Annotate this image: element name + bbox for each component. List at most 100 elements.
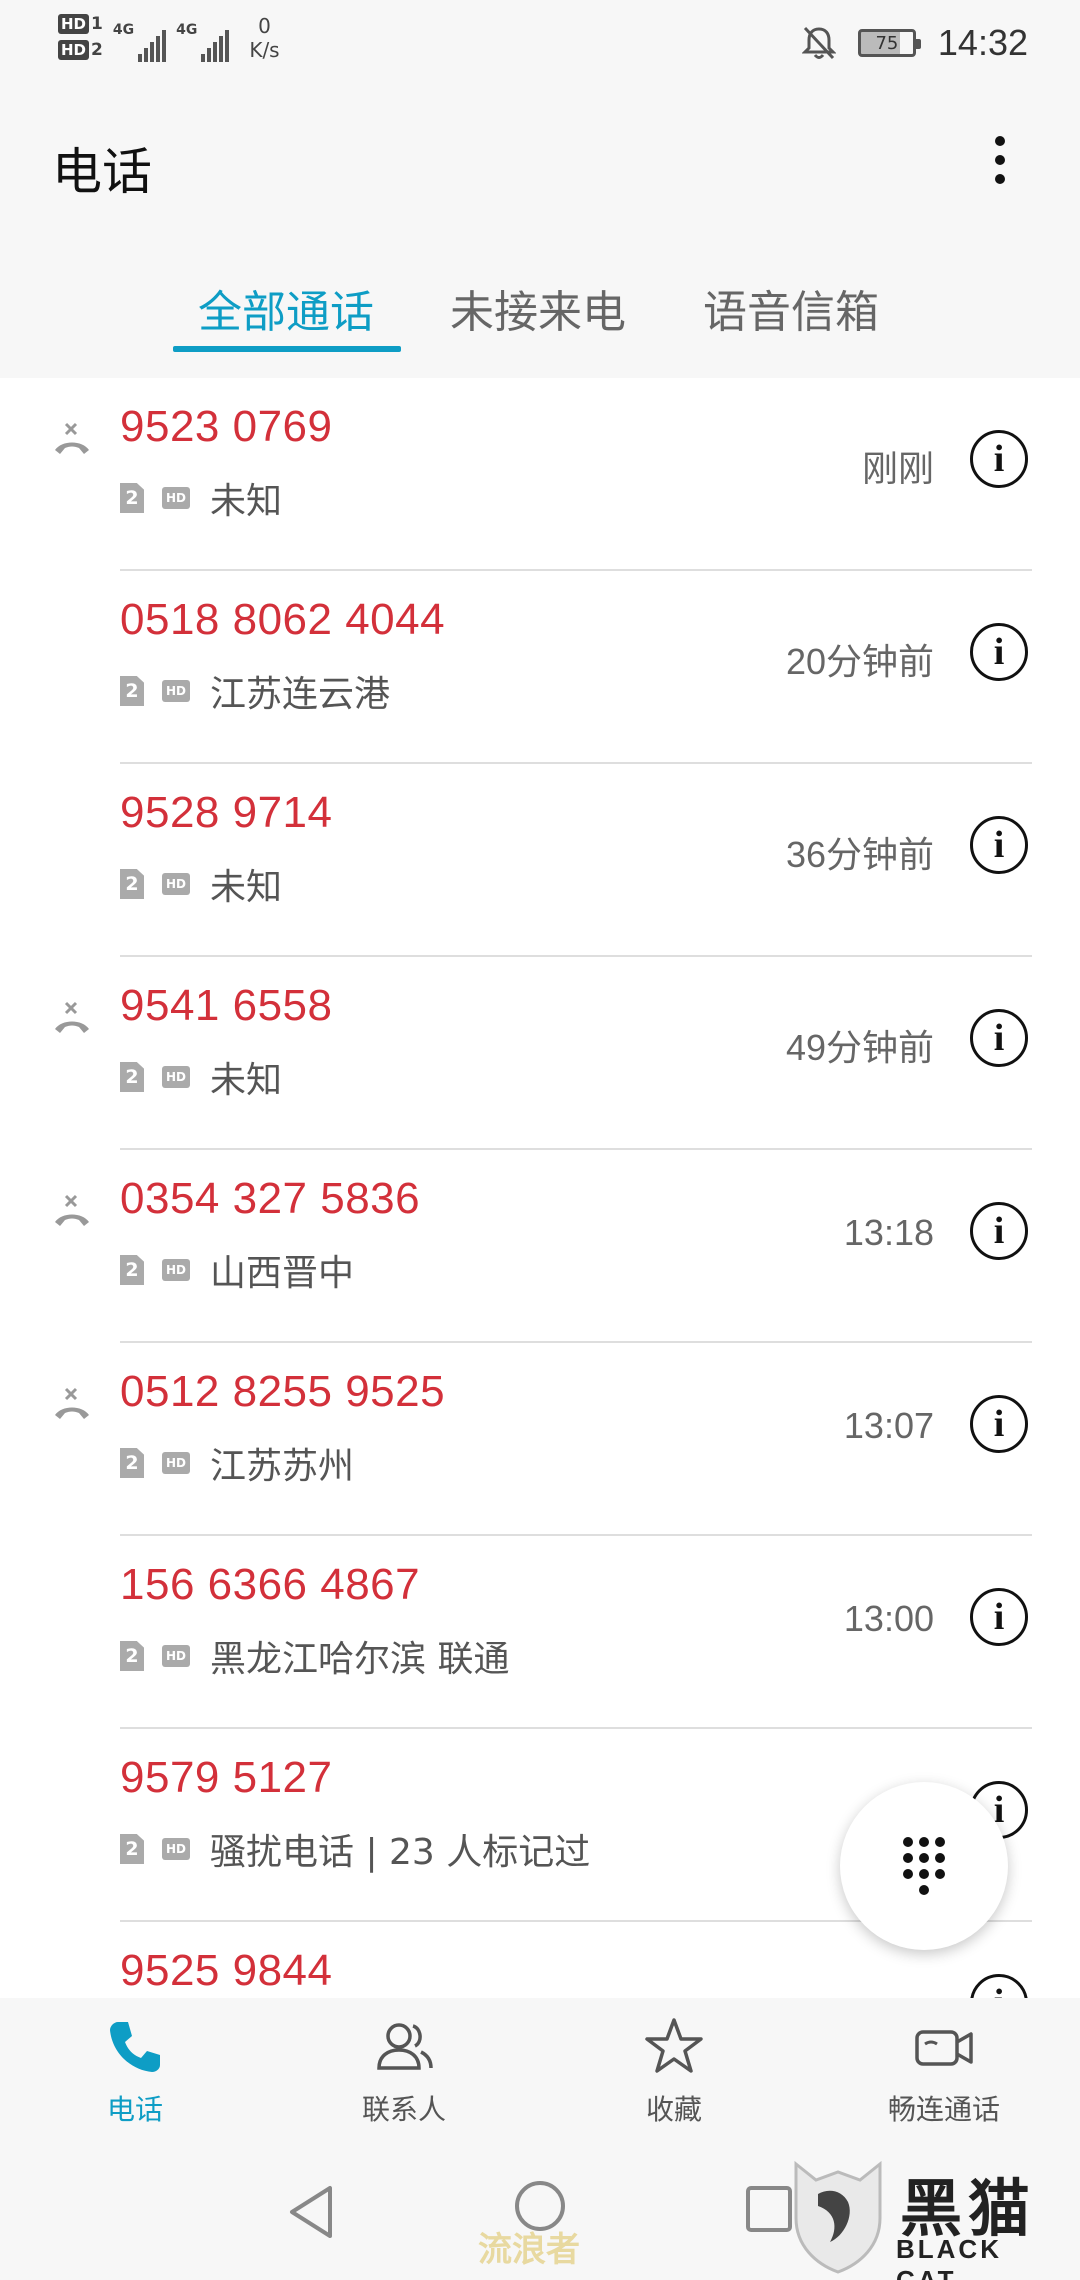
call-time: 49分钟前	[785, 1027, 934, 1068]
signal-icon-sim1: 4G	[113, 22, 167, 62]
hd-indicators: HD 1 HD 2	[58, 14, 103, 60]
more-options-button[interactable]	[980, 130, 1020, 190]
call-log-row[interactable]: 9528 9714 2 HD 未知 36分钟前 i	[0, 764, 1080, 957]
bottom-navigation: 电话 联系人 收藏 畅连通话	[0, 1998, 1080, 2138]
missed-call-icon	[55, 1194, 89, 1226]
caller-location: 江苏连云港	[210, 674, 391, 715]
sim-2-icon: 2	[120, 676, 144, 706]
missed-call-icon	[55, 1001, 89, 1033]
info-icon: i	[994, 1981, 1005, 1998]
call-details: 2 HD 江苏苏州	[120, 1437, 354, 1489]
info-icon: i	[993, 1596, 1005, 1638]
call-info-button[interactable]: i	[970, 1974, 1028, 1998]
status-bar: HD 1 HD 2 4G 4G 0 K/s 75 14:32	[0, 0, 1080, 90]
tab-missed-calls[interactable]: 未接来电	[450, 276, 626, 340]
call-details: 2 HD 江苏连云港	[120, 665, 390, 717]
call-log-row[interactable]: 9541 6558 2 HD 未知 49分钟前 i	[0, 957, 1080, 1150]
hd-call-icon: HD	[162, 1452, 190, 1474]
hd-badge-2: HD 2	[58, 40, 103, 60]
info-icon: i	[993, 824, 1005, 866]
page-title: 电话	[52, 143, 152, 201]
caller-number: 0518 8062 4044	[120, 595, 446, 644]
caller-location: 未知	[210, 867, 283, 908]
call-log-list: 9523 0769 2 HD 未知 刚刚 i 0518 8062 4044 2 HD…	[0, 378, 1080, 1998]
sim-2-icon: 2	[120, 1834, 144, 1864]
caller-location: 黑龙江哈尔滨 联通	[210, 1639, 510, 1680]
info-icon: i	[993, 1403, 1005, 1445]
dialpad-button[interactable]	[840, 1782, 1008, 1950]
call-time: 36分钟前	[785, 834, 934, 875]
caller-number: 9523 0769	[120, 402, 333, 451]
sim-2-icon: 2	[120, 869, 144, 899]
info-icon: i	[993, 1017, 1005, 1059]
blackcat-logo: 黑猫 BLACK CAT	[788, 2158, 1068, 2280]
missed-call-icon	[55, 1387, 89, 1419]
more-vert-icon	[995, 136, 1005, 146]
call-info-button[interactable]: i	[970, 816, 1028, 874]
nav-contacts[interactable]: 联系人	[304, 2012, 504, 2128]
sim-2-icon: 2	[120, 483, 144, 513]
tab-all-calls[interactable]: 全部通话	[198, 276, 374, 340]
video-call-icon	[915, 2030, 973, 2066]
call-info-button[interactable]: i	[970, 1588, 1028, 1646]
call-details: 2 HD 黑龙江哈尔滨 联通	[120, 1630, 509, 1682]
sim-2-icon: 2	[120, 1255, 144, 1285]
sim-2-icon: 2	[120, 1448, 144, 1478]
call-log-row[interactable]: 0354 327 5836 2 HD 山西晋中 13:18 i	[0, 1150, 1080, 1343]
call-details: 2 HD 骚扰电话 | 23 人标记过	[120, 1823, 590, 1875]
contacts-icon	[377, 2023, 433, 2070]
call-details: 2 HD 未知	[120, 858, 282, 910]
call-log-row[interactable]: 156 6366 4867 2 HD 黑龙江哈尔滨 联通 13:00 i	[0, 1536, 1080, 1729]
dialpad-icon	[903, 1837, 945, 1895]
caller-number: 9528 9714	[120, 788, 333, 837]
network-speed: 0 K/s	[249, 14, 280, 62]
tab-voicemail[interactable]: 语音信箱	[703, 276, 879, 340]
call-time: 20分钟前	[785, 641, 934, 682]
info-icon: i	[993, 438, 1005, 480]
nav-meetime[interactable]: 畅连通话	[844, 2012, 1044, 2128]
call-time: 刚刚	[861, 448, 934, 489]
system-navigation-bar: 流浪者 黑猫 BLACK CAT	[0, 2138, 1080, 2280]
call-info-button[interactable]: i	[970, 1009, 1028, 1067]
signal-icon-sim2: 4G	[176, 22, 230, 62]
back-icon[interactable]	[286, 2184, 336, 2240]
call-info-button[interactable]: i	[970, 430, 1028, 488]
info-icon: i	[993, 631, 1005, 673]
recents-icon[interactable]	[744, 2184, 794, 2234]
sim-2-icon: 2	[120, 1641, 144, 1671]
hd-call-icon: HD	[162, 680, 190, 702]
call-tabs: 全部通话 未接来电 语音信箱	[0, 270, 1080, 378]
caller-location: 未知	[210, 1060, 283, 1101]
info-icon: i	[993, 1210, 1005, 1252]
nav-phone[interactable]: 电话	[35, 2012, 235, 2128]
status-left: HD 1 HD 2 4G 4G 0 K/s	[58, 14, 280, 62]
bell-off-icon	[801, 26, 836, 60]
hd-call-icon: HD	[162, 1645, 190, 1667]
hd-call-icon: HD	[162, 487, 190, 509]
phone-icon	[110, 2022, 160, 2072]
hd-call-icon: HD	[162, 1838, 190, 1860]
call-info-button[interactable]: i	[970, 1202, 1028, 1260]
status-right: 75 14:32	[801, 22, 1028, 64]
call-time: 13:00	[843, 1598, 934, 1639]
caller-location: 山西晋中	[210, 1253, 355, 1294]
hd-call-icon: HD	[162, 1259, 190, 1281]
brand-name-en: BLACK CAT	[896, 2234, 1002, 2280]
call-details: 2 HD 山西晋中	[120, 1244, 354, 1296]
sim-2-icon: 2	[120, 1062, 144, 1092]
caller-number: 0354 327 5836	[120, 1174, 421, 1223]
call-log-row[interactable]: 0512 8255 9525 2 HD 江苏苏州 13:07 i	[0, 1343, 1080, 1536]
call-log-row[interactable]: 0518 8062 4044 2 HD 江苏连云港 20分钟前 i	[0, 571, 1080, 764]
battery-icon: 75	[857, 29, 921, 57]
nav-favorites[interactable]: 收藏	[574, 2012, 774, 2128]
call-info-button[interactable]: i	[970, 623, 1028, 681]
caller-location: 未知	[210, 481, 283, 522]
call-details: 2 HD 未知	[120, 1051, 282, 1103]
call-time: 13:18	[843, 1212, 934, 1253]
active-tab-indicator	[173, 346, 401, 352]
call-time: 13:07	[843, 1405, 934, 1446]
call-log-row[interactable]: 9523 0769 2 HD 未知 刚刚 i	[0, 378, 1080, 571]
caller-location: 江苏苏州	[210, 1446, 355, 1487]
call-info-button[interactable]: i	[970, 1395, 1028, 1453]
caller-number: 9579 5127	[120, 1753, 333, 1802]
